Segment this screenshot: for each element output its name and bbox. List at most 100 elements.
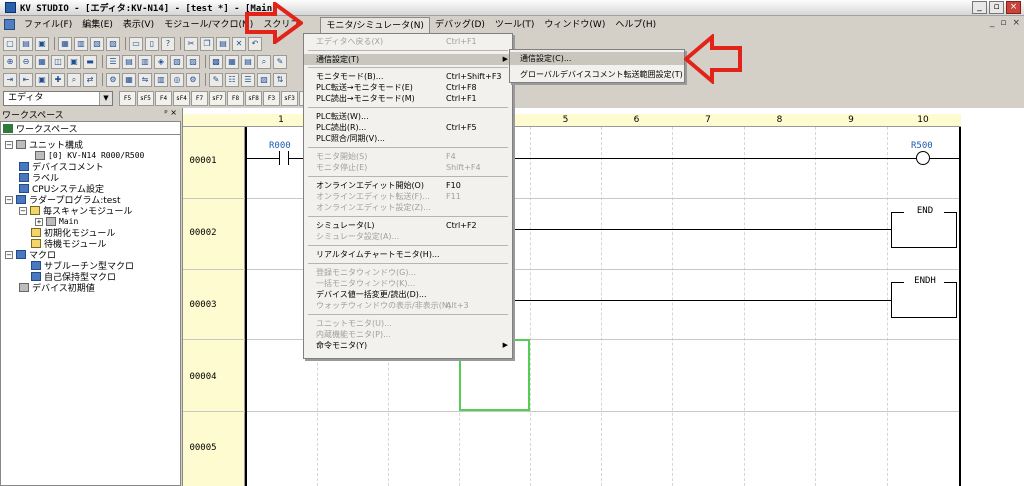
mode-select[interactable]: エディタ ▼ <box>3 91 113 106</box>
grid-view-icon[interactable]: ▦ <box>35 54 49 69</box>
chart-icon[interactable]: ▧ <box>170 54 184 69</box>
menu-item-read-monitor[interactable]: PLC読出→モニタモード(M) Ctrl+F1 <box>304 93 512 104</box>
menu-item-simulator[interactable]: シミュレータ(L) Ctrl+F2 <box>304 220 512 231</box>
device-icon[interactable]: ▩ <box>209 54 223 69</box>
monitor-window-icon[interactable]: ▣ <box>67 54 81 69</box>
io-icon[interactable]: ◎ <box>170 72 184 87</box>
zoom-in-icon[interactable]: ⊕ <box>3 54 17 69</box>
menu-item-comm-settings[interactable]: 通信設定(T) ▶ <box>304 54 512 65</box>
menu-item-simulator-settings[interactable]: シミュレータ設定(A)... <box>304 231 512 242</box>
memory-icon[interactable]: ▥ <box>154 72 168 87</box>
menu-item-monitor-start[interactable]: モニタ開始(S) F4 <box>304 151 512 162</box>
restore-button[interactable]: ▫ <box>989 1 1004 14</box>
menu-item-device-batch-change[interactable]: デバイス値一括変更/読出(D)... <box>304 289 512 300</box>
paste-icon[interactable]: ▤ <box>216 36 230 51</box>
cut-icon[interactable]: ✂ <box>184 36 198 51</box>
collapse-icon[interactable]: − <box>5 250 13 259</box>
delete-icon[interactable]: ✕ <box>232 36 246 51</box>
menu-module-macro[interactable]: モジュール/マクロ(M) <box>159 17 258 33</box>
menu-item-realtime-chart[interactable]: リアルタイムチャートモニタ(H)... <box>304 249 512 260</box>
tree-item-every-scan[interactable]: − 毎スキャンモジュール <box>19 205 132 217</box>
build-icon[interactable]: ▦ <box>122 72 136 87</box>
menu-item-unit-monitor[interactable]: ユニットモニタ(U)... <box>304 318 512 329</box>
find-icon[interactable]: ⌕ <box>67 72 81 87</box>
menu-item-plc-verify[interactable]: PLC照合/同期(V)... <box>304 133 512 144</box>
tree-item-device-init[interactable]: デバイス初期値 <box>19 282 95 294</box>
contact-symbol[interactable] <box>279 151 289 165</box>
collapse-icon[interactable]: − <box>5 140 13 149</box>
fkey-sf7[interactable]: sF7 <box>209 91 226 106</box>
pin-close-icon[interactable]: ᵖ × <box>164 108 177 117</box>
menu-item-monitor-mode[interactable]: モニタモード(B)... Ctrl+Shift+F3 <box>304 71 512 82</box>
menu-window[interactable]: ウィンドウ(W) <box>539 17 610 33</box>
fkey-sf4[interactable]: sF4 <box>173 91 190 106</box>
expand-icon[interactable]: + <box>35 217 43 226</box>
open-folder-icon[interactable]: ▤ <box>19 36 33 51</box>
menu-item-online-edit-start[interactable]: オンラインエディット開始(O) F10 <box>304 180 512 191</box>
coil-symbol[interactable] <box>916 151 930 165</box>
cross-ref-icon[interactable]: ⇄ <box>83 72 97 87</box>
search-icon[interactable]: ⌕ <box>257 54 271 69</box>
pen-icon[interactable]: ✎ <box>209 72 223 87</box>
fkey-sf3[interactable]: sF3 <box>281 91 298 106</box>
window-split-icon[interactable]: ◫ <box>51 54 65 69</box>
preview-icon[interactable]: ▯ <box>145 36 159 51</box>
fkey-f3[interactable]: F3 <box>263 91 280 106</box>
menu-item-instruction-monitor[interactable]: 命令モニタ(Y) ▶ <box>304 340 512 351</box>
menu-edit[interactable]: 編集(E) <box>77 17 118 33</box>
submenu-item-comm-settings[interactable]: 通信設定(C)... <box>510 52 684 65</box>
mdi-minimize-button[interactable]: _ <box>990 18 995 28</box>
export-icon[interactable]: ⇥ <box>3 72 17 87</box>
help-icon[interactable]: ? <box>161 36 175 51</box>
submenu-item-global-comment-range[interactable]: グローバルデバイスコメント転送範囲設定(T) <box>510 68 684 81</box>
settings-icon[interactable]: ⚙ <box>186 72 200 87</box>
copy-icon[interactable]: ❐ <box>200 36 214 51</box>
convert-icon[interactable]: ⇋ <box>138 72 152 87</box>
mdi-close-button[interactable]: × <box>1012 18 1020 28</box>
fkey-sf8[interactable]: sF8 <box>245 91 262 106</box>
fkey-sf5[interactable]: sF5 <box>137 91 154 106</box>
script-icon[interactable]: ✎ <box>273 54 287 69</box>
diagram-icon[interactable]: ▧ <box>257 72 271 87</box>
menu-item-monitor-stop[interactable]: モニタ停止(E) Shift+F4 <box>304 162 512 173</box>
read-icon[interactable]: ▧ <box>90 36 104 51</box>
workspace-tab[interactable]: ワークスペース <box>0 121 181 135</box>
menu-monitor-simulator[interactable]: モニタ/シミュレータ(N) <box>320 16 430 33</box>
print-icon[interactable]: ▭ <box>129 36 143 51</box>
menu-item-online-edit-transfer[interactable]: オンラインエディット転送(F)... F11 <box>304 191 512 202</box>
network-icon[interactable]: ⚙ <box>106 72 120 87</box>
close-button[interactable]: × <box>1006 1 1021 14</box>
number-list-icon[interactable]: ☰ <box>241 72 255 87</box>
save-icon[interactable]: ▣ <box>35 36 49 51</box>
module-add-icon[interactable]: ✚ <box>51 72 65 87</box>
shield-icon[interactable]: ◈ <box>154 54 168 69</box>
unit-editor-icon[interactable]: ▣ <box>35 72 49 87</box>
print-preview-icon[interactable]: ▦ <box>58 36 72 51</box>
fkey-f8[interactable]: F8 <box>227 91 244 106</box>
menu-item-return-editor[interactable]: エディタへ戻る(X) Ctrl+F1 <box>304 36 512 47</box>
minimize-button[interactable]: _ <box>972 1 987 14</box>
menu-item-plc-read[interactable]: PLC読出(R)... Ctrl+F5 <box>304 122 512 133</box>
verify-icon[interactable]: ▨ <box>106 36 120 51</box>
new-file-icon[interactable]: ▢ <box>3 36 17 51</box>
zoom-out-icon[interactable]: ⊖ <box>19 54 33 69</box>
fkey-f5[interactable]: F5 <box>119 91 136 106</box>
document-icon[interactable] <box>4 19 15 30</box>
chevron-down-icon[interactable]: ▼ <box>99 92 112 105</box>
import-icon[interactable]: ⇤ <box>19 72 33 87</box>
table-view-icon[interactable]: ▤ <box>122 54 136 69</box>
collapse-icon[interactable]: − <box>5 195 13 204</box>
label-icon[interactable]: ▤ <box>241 54 255 69</box>
transfer-icon[interactable]: ▥ <box>74 36 88 51</box>
comment-icon[interactable]: ▨ <box>186 54 200 69</box>
menu-item-plc-transfer[interactable]: PLC転送(W)... <box>304 111 512 122</box>
menu-file[interactable]: ファイル(F) <box>19 17 77 33</box>
collapse-icon[interactable]: − <box>19 206 27 215</box>
menu-item-batch-monitor[interactable]: 一括モニタウィンドウ(K)... <box>304 278 512 289</box>
menu-debug[interactable]: デバッグ(D) <box>430 17 490 33</box>
endh-instruction[interactable]: ENDH <box>891 276 957 318</box>
end-instruction[interactable]: END <box>891 206 957 248</box>
menu-view[interactable]: 表示(V) <box>118 17 159 33</box>
menu-item-register-monitor[interactable]: 登録モニタウィンドウ(G)... <box>304 267 512 278</box>
bullet-list-icon[interactable]: ☷ <box>225 72 239 87</box>
